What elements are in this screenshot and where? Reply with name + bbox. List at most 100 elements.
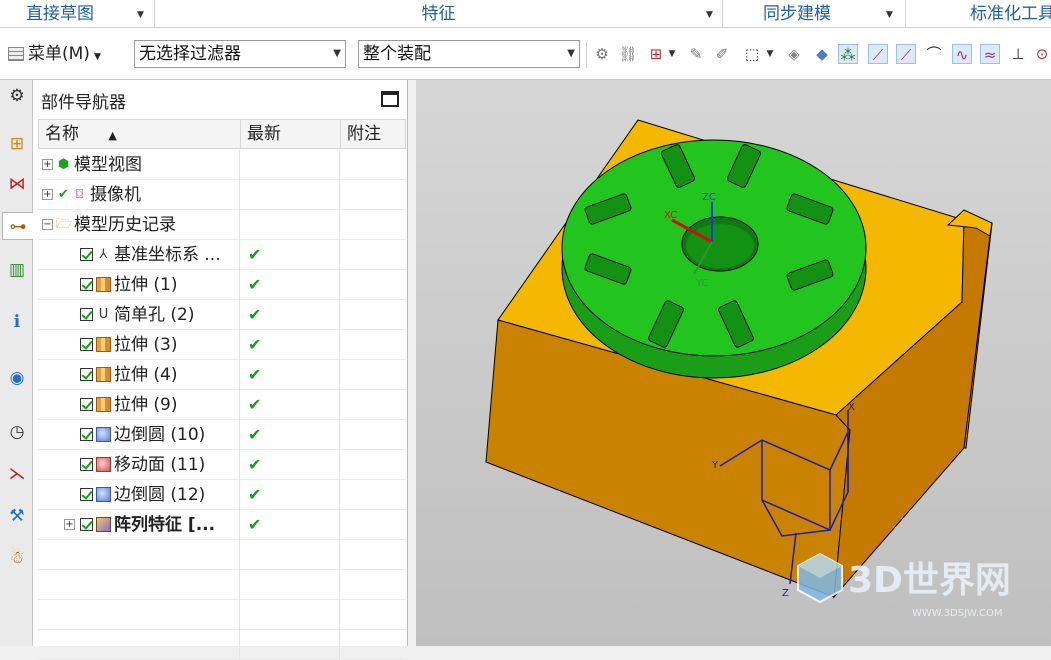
visibility-checkbox[interactable] [80, 458, 93, 471]
watermark-brand: 3D世界网 [848, 560, 1011, 601]
visibility-checkbox[interactable] [80, 398, 93, 411]
latest-check-icon: ✔ [248, 485, 262, 504]
menu-icon [8, 47, 24, 61]
component-icon[interactable]: ◆ [812, 44, 832, 64]
selection-filter-select[interactable]: 无选择过滤器 ▼ [134, 40, 346, 68]
toolbar-divider [586, 42, 587, 68]
camera-icon: ⌼ [75, 187, 84, 202]
maximize-icon[interactable] [381, 91, 399, 107]
visible-check-icon[interactable]: ✔ [56, 187, 71, 202]
visibility-checkbox[interactable] [80, 308, 93, 321]
ribbon-group-label: 标准化工具 [970, 4, 1051, 24]
table-header: 名称 ▲ 最新 附注 [38, 119, 406, 149]
tree-row-edge-blend-12[interactable]: 边倒圆 (12) ✔ [38, 480, 406, 510]
line-endpoint-icon[interactable]: ⟋ [868, 44, 888, 64]
tree-row-model-views[interactable]: + ⬢ 模型视图 [38, 150, 406, 180]
tree-row-extrude-4[interactable]: 拉伸 (4) ✔ [38, 360, 406, 390]
visibility-checkbox[interactable] [80, 518, 93, 531]
process-studio-icon[interactable]: ⚒ [4, 502, 30, 530]
expand-icon[interactable]: + [42, 189, 53, 200]
tree-row-pattern-feature[interactable]: + 阵列特征 [... ✔ [38, 510, 406, 540]
solid-body-icon[interactable]: ◈ [784, 44, 804, 64]
select-feature-icon[interactable]: ⛓ [618, 44, 638, 64]
latest-check-icon: ✔ [248, 275, 262, 294]
settings-icon[interactable]: ⚙ [4, 82, 30, 110]
selection-toolbar: 菜单(M) ▼ 无选择过滤器 ▼ 整个装配 ▼ ⚙ ⛓ ⊞ ▼ ✎ ✐ ⬚ ▼ ◈… [0, 28, 1051, 80]
visibility-checkbox[interactable] [80, 338, 93, 351]
ribbon-group-standard-tools[interactable]: 标准化工具 [906, 0, 1051, 28]
visibility-checkbox[interactable] [80, 278, 93, 291]
roles-icon[interactable]: ☃ [4, 544, 30, 572]
chevron-down-icon[interactable]: ▼ [764, 44, 776, 64]
tree-row-edge-blend-10[interactable]: 边倒圆 (10) ✔ [38, 420, 406, 450]
tree-row-label: 边倒圆 (10) [114, 425, 206, 445]
chevron-down-icon[interactable]: ▼ [706, 0, 713, 30]
history-icon[interactable]: ◉ [4, 364, 30, 392]
ribbon-bar: 直接草图 ▼ 特征 ▼ 同步建模 ▼ 标准化工具 [0, 0, 1051, 28]
ribbon-group-features[interactable]: 特征 [155, 0, 723, 28]
move-face-icon [96, 457, 111, 472]
menu-button[interactable]: 菜单(M) ▼ [8, 41, 101, 67]
tree-row-move-face-11[interactable]: 移动面 (11) ✔ [38, 450, 406, 480]
extrude-icon [96, 397, 111, 412]
assembly-navigator-icon[interactable]: ⊞ [4, 130, 30, 158]
clock-icon[interactable]: ◷ [4, 418, 30, 446]
face-rule-icon[interactable]: ⊞ [646, 44, 666, 64]
reuse-library-icon[interactable]: ▥ [4, 256, 30, 284]
model-render[interactable]: XC ZC YC X Y Z 3D世界网 WWW.3DSJW.COM [416, 80, 1051, 646]
spline-point-icon[interactable]: ≈ [980, 44, 1000, 64]
web-browser-icon[interactable]: ℹ [4, 308, 30, 336]
visualization-icon[interactable]: ⋋ [4, 460, 30, 488]
empty-row [38, 630, 406, 660]
extrude-icon [96, 337, 111, 352]
snap-point-icon[interactable]: ⁂ [838, 44, 858, 64]
latest-check-icon: ✔ [248, 365, 262, 384]
curve-rule-icon[interactable]: ✎ [686, 44, 706, 64]
visibility-checkbox[interactable] [80, 488, 93, 501]
visibility-checkbox[interactable] [80, 248, 93, 261]
edge-rule-icon[interactable]: ✐ [712, 44, 732, 64]
intersection-icon[interactable]: ⊥ [1008, 44, 1028, 64]
visibility-checkbox[interactable] [80, 428, 93, 441]
tree-row-label: 简单孔 (2) [114, 305, 195, 325]
latest-check-icon: ✔ [248, 515, 262, 534]
selection-filter-value: 无选择过滤器 [139, 44, 241, 64]
arc-center-icon[interactable]: ⌒ [924, 44, 944, 64]
panel-title: 部件导航器 [41, 93, 126, 113]
midpoint-icon[interactable]: ⟋ [896, 44, 916, 64]
column-header-latest[interactable]: 最新 [241, 120, 341, 148]
ribbon-group-label: 同步建模 [763, 4, 831, 24]
ribbon-group-sync-modeling[interactable]: 同步建模 [723, 0, 906, 28]
control-point-icon[interactable]: ∿ [952, 44, 972, 64]
datum-csys-icon: ⅄ [99, 247, 108, 262]
column-header-name[interactable]: 名称 ▲ [39, 120, 241, 148]
constraint-navigator-icon[interactable]: ⋈ [4, 170, 30, 198]
visibility-checkbox[interactable] [80, 368, 93, 381]
tree-row-extrude-1[interactable]: 拉伸 (1) ✔ [38, 270, 406, 300]
collapse-icon[interactable]: − [42, 219, 53, 230]
expand-icon[interactable]: + [64, 519, 75, 530]
tree-row-extrude-3[interactable]: 拉伸 (3) ✔ [38, 330, 406, 360]
general-selection-intent-icon[interactable]: ⚙ [592, 44, 612, 64]
tree-row-model-history[interactable]: − 🗁 模型历史记录 [38, 210, 406, 240]
selection-scope-select[interactable]: 整个装配 ▼ [358, 40, 580, 68]
chevron-down-icon[interactable]: ▼ [886, 0, 893, 30]
circle-center-icon[interactable]: ⊙ [1032, 44, 1051, 64]
column-header-notes[interactable]: 附注 [341, 120, 407, 148]
watermark: 3D世界网 WWW.3DSJW.COM [797, 552, 1011, 619]
graphics-viewport[interactable]: XC ZC YC X Y Z 3D世界网 WWW.3DSJW.COM [416, 80, 1051, 646]
tree-row-simple-hole-2[interactable]: U 简单孔 (2) ✔ [38, 300, 406, 330]
tree-row-datum-csys[interactable]: ⅄ 基准坐标系 ... ✔ [38, 240, 406, 270]
expand-icon[interactable]: + [42, 159, 53, 170]
ribbon-group-direct-sketch[interactable]: 直接草图 [0, 0, 155, 28]
part-navigator-icon[interactable]: ⊶ [2, 212, 33, 240]
chevron-down-icon[interactable]: ▼ [666, 44, 678, 64]
chevron-down-icon[interactable]: ▼ [137, 0, 144, 30]
disk-hole-inner [686, 224, 754, 268]
latest-check-icon: ✔ [248, 245, 262, 264]
selection-scope-value: 整个装配 [363, 44, 431, 64]
box-select-icon[interactable]: ⬚ [742, 44, 762, 64]
tree-row-cameras[interactable]: + ✔ ⌼ 摄像机 [38, 180, 406, 210]
folder-icon: 🗁 [56, 217, 73, 232]
tree-row-extrude-9[interactable]: 拉伸 (9) ✔ [38, 390, 406, 420]
